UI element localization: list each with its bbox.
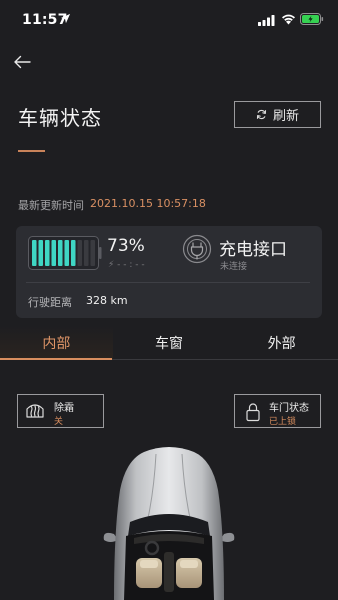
range-label: 行驶距离 bbox=[28, 296, 72, 309]
active-tab-indicator bbox=[0, 358, 112, 360]
charging-port-title: 充电接口 bbox=[219, 240, 287, 260]
phone-battery-icon bbox=[300, 13, 324, 25]
door-lock-status: 已上锁 bbox=[269, 417, 297, 427]
refresh-button-label: 刷新 bbox=[272, 109, 299, 124]
wifi-icon bbox=[282, 14, 295, 25]
door-lock-status-button[interactable]: 车门状态 已上锁 bbox=[234, 394, 321, 428]
defrost-label: 除霜 bbox=[54, 403, 74, 414]
cellular-signal-icon bbox=[258, 15, 275, 26]
battery-level-icon bbox=[28, 236, 102, 270]
battery-percentage: 73% bbox=[107, 236, 145, 256]
battery-cell-filled bbox=[45, 240, 50, 266]
car-top-view-image bbox=[103, 447, 235, 600]
defrost-status: 关 bbox=[54, 417, 64, 427]
range-value: 328 km bbox=[86, 294, 128, 307]
charging-plug-icon bbox=[182, 234, 212, 264]
tab-windows[interactable]: 车窗 bbox=[113, 326, 226, 360]
charge-time-remaining: ⚡ - - : - - bbox=[108, 260, 145, 270]
refresh-icon bbox=[256, 109, 267, 120]
battery-cell-empty bbox=[90, 240, 95, 266]
tab-bar-divider bbox=[112, 359, 338, 360]
back-arrow-icon[interactable] bbox=[10, 52, 34, 72]
door-lock-label: 车门状态 bbox=[269, 403, 309, 414]
page-title: 车辆状态 bbox=[18, 106, 102, 130]
battery-cell-filled bbox=[38, 240, 43, 266]
battery-cell-filled bbox=[64, 240, 69, 266]
battery-cell-empty bbox=[77, 240, 82, 266]
battery-cell-empty bbox=[84, 240, 89, 266]
defrost-toggle[interactable]: 除霜 关 bbox=[17, 394, 104, 428]
battery-cell-filled bbox=[58, 240, 63, 266]
card-divider bbox=[26, 282, 310, 283]
battery-cell-filled bbox=[71, 240, 76, 266]
location-arrow-icon bbox=[60, 13, 71, 24]
battery-cell-filled bbox=[51, 240, 56, 266]
last-update-time: 2021.10.15 10:57:18 bbox=[90, 197, 206, 210]
lock-icon bbox=[246, 403, 260, 422]
refresh-button[interactable]: 刷新 bbox=[234, 101, 321, 128]
tab-exterior[interactable]: 外部 bbox=[225, 326, 338, 360]
charging-port-status: 未连接 bbox=[220, 262, 248, 272]
tab-bar: 内部 车窗 外部 bbox=[0, 326, 338, 360]
last-update-label: 最新更新时间 bbox=[18, 199, 84, 212]
title-accent-underline bbox=[18, 150, 45, 152]
tab-interior[interactable]: 内部 bbox=[0, 326, 113, 360]
battery-cell-filled bbox=[32, 240, 37, 266]
defrost-icon bbox=[26, 404, 44, 418]
